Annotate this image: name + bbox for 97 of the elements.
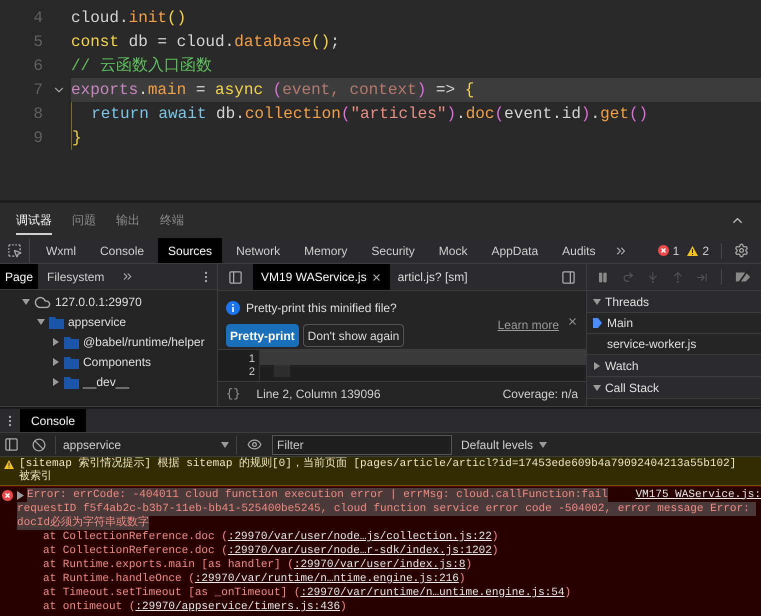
devtools-tab[interactable]: Mock bbox=[428, 238, 478, 263]
infobar-message: Pretty-print this minified file? bbox=[246, 300, 397, 317]
section-header[interactable]: Threads bbox=[587, 291, 761, 313]
code-line: } bbox=[71, 126, 761, 150]
dropdown-caret-icon bbox=[539, 440, 548, 448]
cursor-position: Line 2, Column 139096 bbox=[256, 386, 380, 403]
error-text: Error: errCode: -404011 cloud function execution error | errMsg: cloud.callFunction:fail bbox=[27, 488, 608, 502]
warning-text: 被索引 bbox=[19, 471, 53, 484]
console-sidebar-icon[interactable] bbox=[4, 437, 19, 452]
folder-icon bbox=[64, 336, 79, 348]
panel-tab[interactable]: 终端 bbox=[160, 206, 184, 234]
stack-frame: at Runtime.handleOnce (:29970/var/runtime/n…ntime.engine.js:216) bbox=[17, 573, 761, 586]
tree-item[interactable]: appservice bbox=[68, 313, 126, 331]
devtools-tab[interactable]: Audits bbox=[552, 238, 606, 263]
learn-more-link[interactable]: Learn more bbox=[498, 316, 559, 334]
panel-tab[interactable]: 问题 bbox=[72, 206, 96, 234]
thread-item[interactable]: service-worker.js bbox=[607, 335, 696, 353]
infobar-button[interactable]: Pretty-print bbox=[226, 324, 299, 347]
format-button[interactable]: {} bbox=[226, 385, 240, 403]
navigator-tab[interactable]: Page bbox=[0, 264, 38, 289]
devtools-tab[interactable]: Memory bbox=[294, 238, 358, 263]
close-icon[interactable] bbox=[370, 272, 382, 282]
collapsed-triangle-icon[interactable] bbox=[17, 490, 24, 500]
devtools-tab[interactable]: Wxml bbox=[36, 238, 86, 263]
error-icon bbox=[658, 245, 669, 256]
error-text: requestID f5f4ab2c-b3b7-11eb-bb41-525400be5245, cloud function service error code -504002, error message Error: bbox=[17, 502, 756, 516]
pause-icon[interactable] bbox=[597, 270, 609, 284]
section-header[interactable]: Watch bbox=[587, 355, 761, 377]
folder-icon bbox=[64, 376, 79, 388]
section-header[interactable]: Call Stack bbox=[587, 377, 761, 399]
folder-icon bbox=[64, 356, 79, 368]
error-count: 1 bbox=[672, 242, 680, 260]
toggle-debugger-icon[interactable] bbox=[561, 270, 576, 284]
settings-icon[interactable] bbox=[734, 243, 749, 258]
tree-item[interactable]: __dev__ bbox=[83, 373, 130, 391]
devtools-tab[interactable]: AppData bbox=[481, 238, 548, 263]
line-number: 2 bbox=[248, 366, 255, 379]
live-expression-icon[interactable] bbox=[247, 437, 262, 452]
warning-icon bbox=[687, 246, 698, 256]
stack-frame-link[interactable]: :29970/var/user/index.js:8 bbox=[294, 559, 466, 571]
stack-frame-link[interactable]: :29970/appservice/timers.js:436 bbox=[135, 601, 340, 613]
collapsed-triangle-icon[interactable] bbox=[52, 358, 60, 366]
tree-item[interactable]: 127.0.0.1:29970 bbox=[55, 293, 142, 311]
devtools-tab[interactable]: Security bbox=[361, 238, 425, 263]
panel-tab[interactable]: 输出 bbox=[116, 206, 140, 234]
deactivate-breakpoints-icon[interactable] bbox=[734, 270, 752, 284]
error-icon bbox=[2, 490, 13, 501]
stack-frame: at CollectionReference.doc (:29970/var/user/node…r-sdk/index.js:1202) bbox=[17, 545, 761, 558]
filter-field[interactable]: Filter bbox=[272, 434, 452, 454]
clear-console-icon[interactable] bbox=[32, 438, 46, 452]
error-text: docId必须为字符串或数字 bbox=[17, 516, 150, 530]
context-selector[interactable]: appservice bbox=[55, 436, 233, 454]
devtools-tab[interactable]: Console bbox=[90, 238, 154, 263]
stack-frame: at ontimeout (:29970/appservice/timers.js:436) bbox=[17, 601, 761, 614]
code-text-block bbox=[274, 365, 290, 377]
inspect-icon[interactable] bbox=[7, 243, 22, 258]
info-icon bbox=[226, 301, 240, 315]
close-icon[interactable] bbox=[567, 316, 578, 327]
folder-icon bbox=[49, 316, 64, 328]
devtools-tab[interactable]: Sources bbox=[158, 238, 222, 263]
collapsed-triangle-icon[interactable] bbox=[593, 362, 601, 370]
dropdown-caret-icon bbox=[221, 440, 229, 448]
code-line: cloud.init() bbox=[71, 8, 188, 29]
drawer-tab[interactable]: Console bbox=[20, 409, 86, 432]
coverage-status: Coverage: n/a bbox=[502, 386, 578, 403]
expand-triangle-icon[interactable] bbox=[593, 298, 601, 306]
expand-triangle-icon[interactable] bbox=[22, 298, 30, 306]
stack-frame: at CollectionReference.doc (:29970/var/user/node…js/collection.js:22) bbox=[17, 531, 761, 544]
tree-item[interactable]: @babel/runtime/helper bbox=[83, 333, 205, 351]
stack-frame: at Runtime.exports.main [as handler] (:29970/var/user/index.js:8) bbox=[17, 559, 761, 572]
expand-triangle-icon[interactable] bbox=[37, 318, 45, 326]
warning-text: [sitemap 索引情况提示] 根据 sitemap 的规则[0]，当前页面 [pages/article/articl?id=17453ede609b4a79092404213a55b102] bbox=[19, 458, 736, 470]
stack-frame-link[interactable]: :29970/var/runtime/n…ntime.engine.js:216 bbox=[194, 573, 459, 585]
collapsed-triangle-icon[interactable] bbox=[52, 338, 60, 346]
line-number: 1 bbox=[248, 353, 255, 366]
source-link[interactable]: VM175 WAService.js: bbox=[636, 488, 761, 502]
code-line: return await db.collection("articles").doc(event.id).get() bbox=[71, 102, 761, 126]
thread-item[interactable]: Main bbox=[607, 314, 634, 332]
stack-frame: at Timeout.setTimeout [as _onTimeout] (:29970/var/runtime/n…untime.engine.js:54) bbox=[17, 587, 761, 600]
expand-triangle-icon[interactable] bbox=[593, 384, 601, 392]
toggle-navigator-icon[interactable] bbox=[228, 270, 243, 284]
warning-count: 2 bbox=[702, 242, 709, 260]
file-tab[interactable]: VM19 WAService.js bbox=[253, 264, 390, 290]
devtools-tab[interactable]: Network bbox=[226, 238, 290, 263]
panel-tab[interactable]: 调试器 bbox=[16, 206, 52, 234]
tree-item[interactable]: Components bbox=[83, 353, 152, 371]
file-tab[interactable]: articl.js? [sm] bbox=[390, 264, 476, 290]
collapsed-triangle-icon[interactable] bbox=[52, 378, 60, 386]
code-line: const db = cloud.database(); bbox=[71, 32, 341, 53]
stack-frame-link[interactable]: :29970/var/runtime/n…untime.engine.js:54 bbox=[300, 587, 564, 599]
warning-icon bbox=[4, 460, 14, 469]
infobar-button[interactable]: Don't show again bbox=[302, 324, 404, 347]
stack-frame-link[interactable]: :29970/var/user/node…r-sdk/index.js:1202 bbox=[228, 545, 492, 557]
navigator-tab[interactable]: Filesystem bbox=[42, 264, 110, 289]
code-line: // 云函数入口函数 bbox=[71, 56, 213, 77]
log-levels-dropdown[interactable]: Default levels bbox=[461, 436, 548, 454]
stack-frame-link[interactable]: :29970/var/user/node…js/collection.js:22 bbox=[228, 531, 492, 543]
